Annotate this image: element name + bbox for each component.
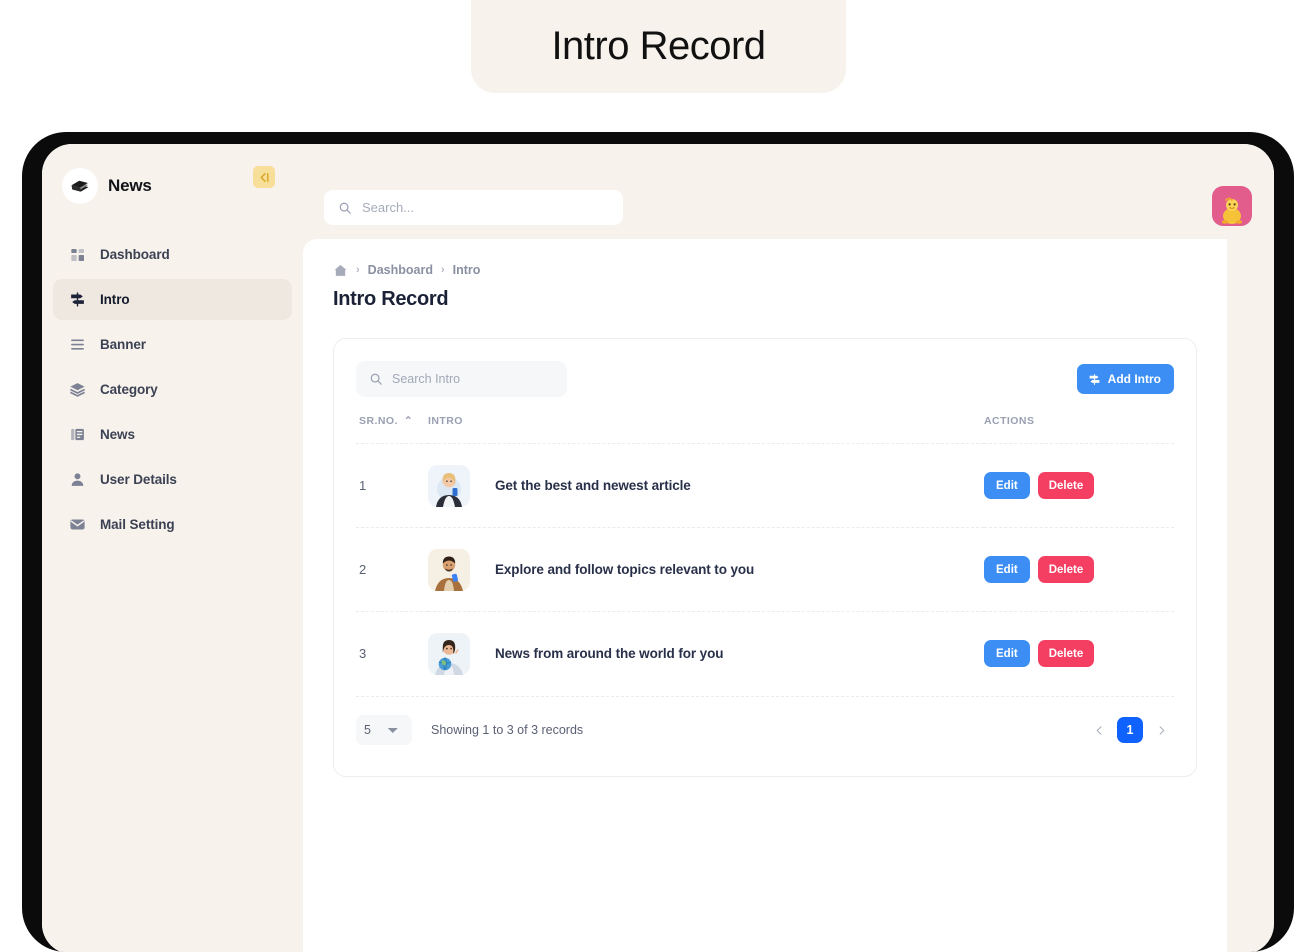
book-open-icon — [68, 425, 87, 444]
add-intro-button-label: Add Intro — [1107, 372, 1161, 386]
sidebar-item-intro[interactable]: Intro — [53, 279, 292, 320]
avatar[interactable] — [1212, 186, 1252, 226]
add-intro-button[interactable]: Add Intro — [1076, 364, 1174, 394]
cell-actions: Edit Delete — [984, 527, 1174, 612]
delete-button[interactable]: Delete — [1037, 556, 1095, 583]
column-header-srno-label: SR.NO. — [359, 415, 398, 427]
delete-button[interactable]: Delete — [1037, 640, 1095, 668]
table-row: 3 News from around the world for you Edi… — [356, 611, 1174, 696]
chevron-right-icon[interactable] — [1148, 717, 1174, 743]
row-intro-text: Explore and follow topics relevant to yo… — [495, 562, 755, 577]
device-frame: News Dashboard Intro Banner Category New… — [22, 132, 1294, 952]
sort-caret-icon: ⌃ — [403, 415, 414, 427]
cell-srno: 3 — [356, 611, 428, 696]
sidebar-item-label: Banner — [100, 337, 146, 352]
lines-list-icon — [68, 335, 87, 354]
envelope-icon — [68, 515, 87, 534]
breadcrumb-separator: › — [356, 264, 360, 276]
edit-button[interactable]: Edit — [984, 556, 1030, 583]
breadcrumb: › Dashboard › Intro — [333, 261, 1197, 279]
table-header: SR.NO. ⌃ INTRO ACTIONS — [356, 415, 1174, 444]
cell-actions: Edit Delete — [984, 611, 1174, 696]
duck-avatar-icon — [1221, 197, 1243, 224]
global-search[interactable] — [324, 190, 623, 225]
collapse-left-arrow-icon[interactable] — [253, 166, 275, 188]
sidebar-item-label: News — [100, 427, 135, 442]
sidebar-item-category[interactable]: Category — [53, 369, 292, 410]
man-with-phone-photo — [428, 548, 470, 591]
search-icon — [369, 372, 383, 386]
sidebar-item-label: Intro — [100, 292, 130, 307]
table-header-row: SR.NO. ⌃ INTRO ACTIONS — [356, 415, 1174, 444]
card-toolbar: Add Intro — [356, 361, 1174, 397]
sidebar: News Dashboard Intro Banner Category New… — [42, 144, 303, 952]
column-header-intro[interactable]: INTRO — [428, 415, 984, 444]
overlay-title-pill: Intro Record — [471, 0, 846, 93]
column-header-actions: ACTIONS — [984, 415, 1174, 444]
breadcrumb-item-intro[interactable]: Intro — [453, 263, 481, 277]
sidebar-brand-name: News — [108, 176, 152, 195]
table-search[interactable] — [356, 361, 567, 397]
pagination: 1 — [1086, 717, 1174, 743]
sidebar-item-user-details[interactable]: User Details — [53, 459, 292, 500]
grid-squares-icon — [68, 245, 87, 264]
page-size-select[interactable]: 5 10 25 50 — [356, 715, 412, 745]
sidebar-brand: News — [62, 158, 285, 214]
chevron-left-icon[interactable] — [1086, 717, 1112, 743]
column-header-actions-label: ACTIONS — [984, 415, 1035, 427]
woman-with-phone-photo — [428, 464, 470, 507]
edit-button[interactable]: Edit — [984, 472, 1030, 499]
signpost-icon — [68, 290, 87, 309]
sidebar-item-banner[interactable]: Banner — [53, 324, 292, 365]
overlay-title-text: Intro Record — [551, 24, 766, 68]
sidebar-nav: Dashboard Intro Banner Category News Use… — [42, 234, 303, 545]
edit-button[interactable]: Edit — [984, 640, 1030, 668]
intro-record-card: Add Intro SR.NO. ⌃ INTRO — [333, 338, 1197, 777]
row-srno: 2 — [359, 562, 367, 577]
topbar — [303, 144, 1274, 239]
sidebar-item-label: User Details — [100, 472, 177, 487]
cell-intro: Explore and follow topics relevant to yo… — [428, 527, 984, 612]
sidebar-item-news[interactable]: News — [53, 414, 292, 455]
sidebar-item-label: Dashboard — [100, 247, 170, 262]
column-header-srno[interactable]: SR.NO. ⌃ — [356, 415, 428, 444]
cell-srno: 1 — [356, 443, 428, 528]
row-srno: 3 — [359, 646, 367, 662]
cell-intro: Get the best and newest article — [428, 443, 984, 528]
row-srno: 1 — [359, 478, 367, 493]
intro-table: SR.NO. ⌃ INTRO ACTIONS 1 Get the best an… — [356, 415, 1174, 696]
main-content-panel: › Dashboard › Intro Intro Record Search … — [303, 239, 1227, 952]
signpost-icon — [1088, 373, 1101, 386]
table-row: 2 Explore and follow topics relevant to … — [356, 527, 1174, 612]
home-icon[interactable] — [333, 263, 348, 278]
layers-stack-icon — [68, 380, 87, 399]
records-info: Showing 1 to 3 of 3 records — [431, 723, 584, 737]
cell-actions: Edit Delete — [984, 443, 1174, 528]
device-screen: News Dashboard Intro Banner Category New… — [42, 144, 1274, 952]
row-intro-text: Get the best and newest article — [495, 478, 691, 493]
person-icon — [68, 470, 87, 489]
cell-intro: News from around the world for you — [428, 611, 984, 696]
breadcrumb-item-dashboard[interactable]: Dashboard — [368, 263, 433, 277]
newspaper-stack-icon — [62, 168, 98, 204]
table-footer: 5 10 25 50 Showing 1 to 3 of 3 records 1 — [356, 695, 1174, 764]
search-intro-input[interactable] — [392, 372, 554, 386]
sidebar-item-dashboard[interactable]: Dashboard — [53, 234, 292, 275]
cell-srno: 2 — [356, 527, 428, 612]
search-input[interactable] — [362, 200, 609, 215]
sidebar-item-label: Mail Setting — [100, 517, 175, 532]
search-icon — [338, 201, 352, 215]
sidebar-item-mail-setting[interactable]: Mail Setting — [53, 504, 292, 545]
breadcrumb-separator: › — [440, 264, 445, 276]
table-row: 1 Get the best and newest article Edit D… — [356, 443, 1174, 528]
delete-button[interactable]: Delete — [1037, 472, 1095, 499]
page-title: Intro Record — [333, 288, 449, 310]
column-header-intro-label: INTRO — [428, 415, 463, 427]
table-body: 1 Get the best and newest article Edit D… — [356, 443, 1174, 696]
page-number-1[interactable]: 1 — [1117, 717, 1143, 743]
sidebar-item-label: Category — [100, 382, 158, 397]
row-intro-text: News from around the world for you — [495, 646, 724, 662]
woman-with-globe-photo — [428, 632, 470, 675]
